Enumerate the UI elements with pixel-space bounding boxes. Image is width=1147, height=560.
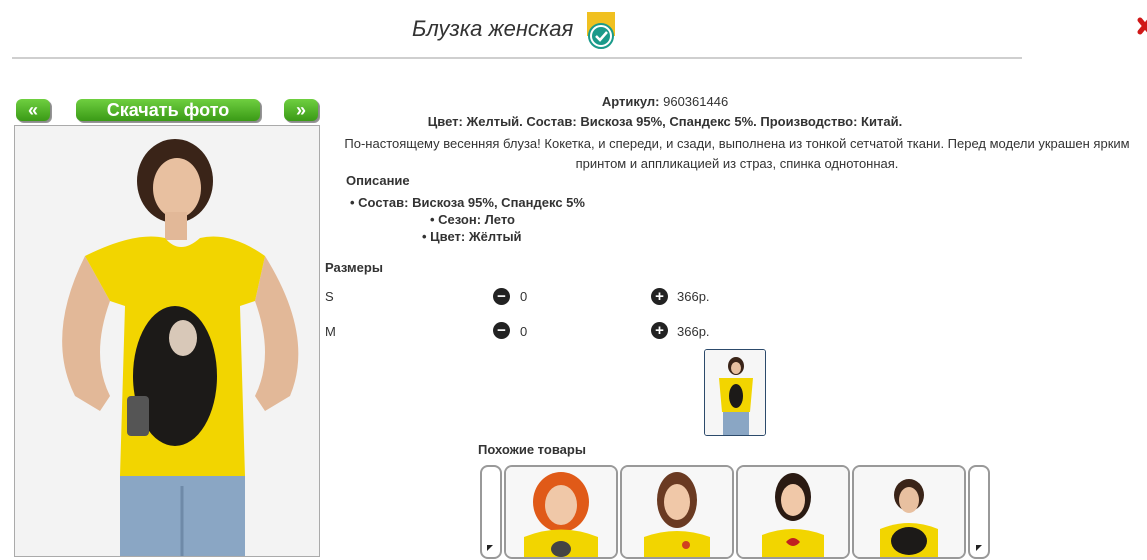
composition-line: Цвет: Желтый. Состав: Вискоза 95%, Спанд…: [427, 114, 903, 129]
detail-text: Цвет: Жёлтый: [430, 229, 522, 244]
similar-product-card[interactable]: [504, 465, 618, 559]
detail-item: • Сезон: Лето: [430, 212, 515, 227]
verified-check-icon: [587, 12, 615, 50]
detail-item: • Состав: Вискоза 95%, Спандекс 5%: [350, 195, 585, 210]
minus-circle-icon[interactable]: −: [493, 288, 510, 305]
next-photo-button[interactable]: »: [284, 99, 318, 121]
header: Блузка женская: [0, 0, 1147, 60]
similar-product-card[interactable]: [852, 465, 966, 559]
product-thumbnail[interactable]: [704, 349, 766, 436]
sizes-heading: Размеры: [325, 260, 383, 275]
details-heading: Описание: [346, 173, 410, 188]
similar-product-card[interactable]: [736, 465, 850, 559]
article-label: Артикул:: [601, 94, 660, 109]
product-photo[interactable]: [14, 125, 320, 557]
similar-product-card[interactable]: [620, 465, 734, 559]
size-label: S: [325, 289, 334, 304]
detail-text: Состав: Вискоза 95%, Спандекс 5%: [358, 195, 585, 210]
carousel-prev-button[interactable]: [480, 465, 502, 559]
size-quantity: 0: [520, 289, 528, 304]
size-label: M: [325, 324, 336, 339]
detail-text: Сезон: Лето: [438, 212, 515, 227]
minus-circle-icon[interactable]: −: [493, 322, 510, 339]
plus-circle-icon[interactable]: +: [651, 288, 668, 305]
similar-heading: Похожие товары: [478, 442, 586, 457]
product-description: По-настоящему весенняя блуза! Кокетка, и…: [344, 136, 1130, 171]
article-line: Артикул: 960361446: [320, 94, 1010, 109]
close-icon[interactable]: [1136, 14, 1147, 44]
carousel-next-button[interactable]: [968, 465, 990, 559]
size-quantity: 0: [520, 324, 528, 339]
size-price: 366р.: [677, 289, 710, 304]
plus-circle-icon[interactable]: +: [651, 322, 668, 339]
article-value: 960361446: [663, 94, 729, 109]
size-price: 366р.: [677, 324, 710, 339]
header-divider: [12, 57, 1022, 59]
detail-item: • Цвет: Жёлтый: [422, 229, 522, 244]
page-title: Блузка женская: [412, 16, 574, 41]
prev-photo-button[interactable]: «: [16, 99, 50, 121]
download-photo-button[interactable]: Скачать фото: [76, 99, 260, 121]
